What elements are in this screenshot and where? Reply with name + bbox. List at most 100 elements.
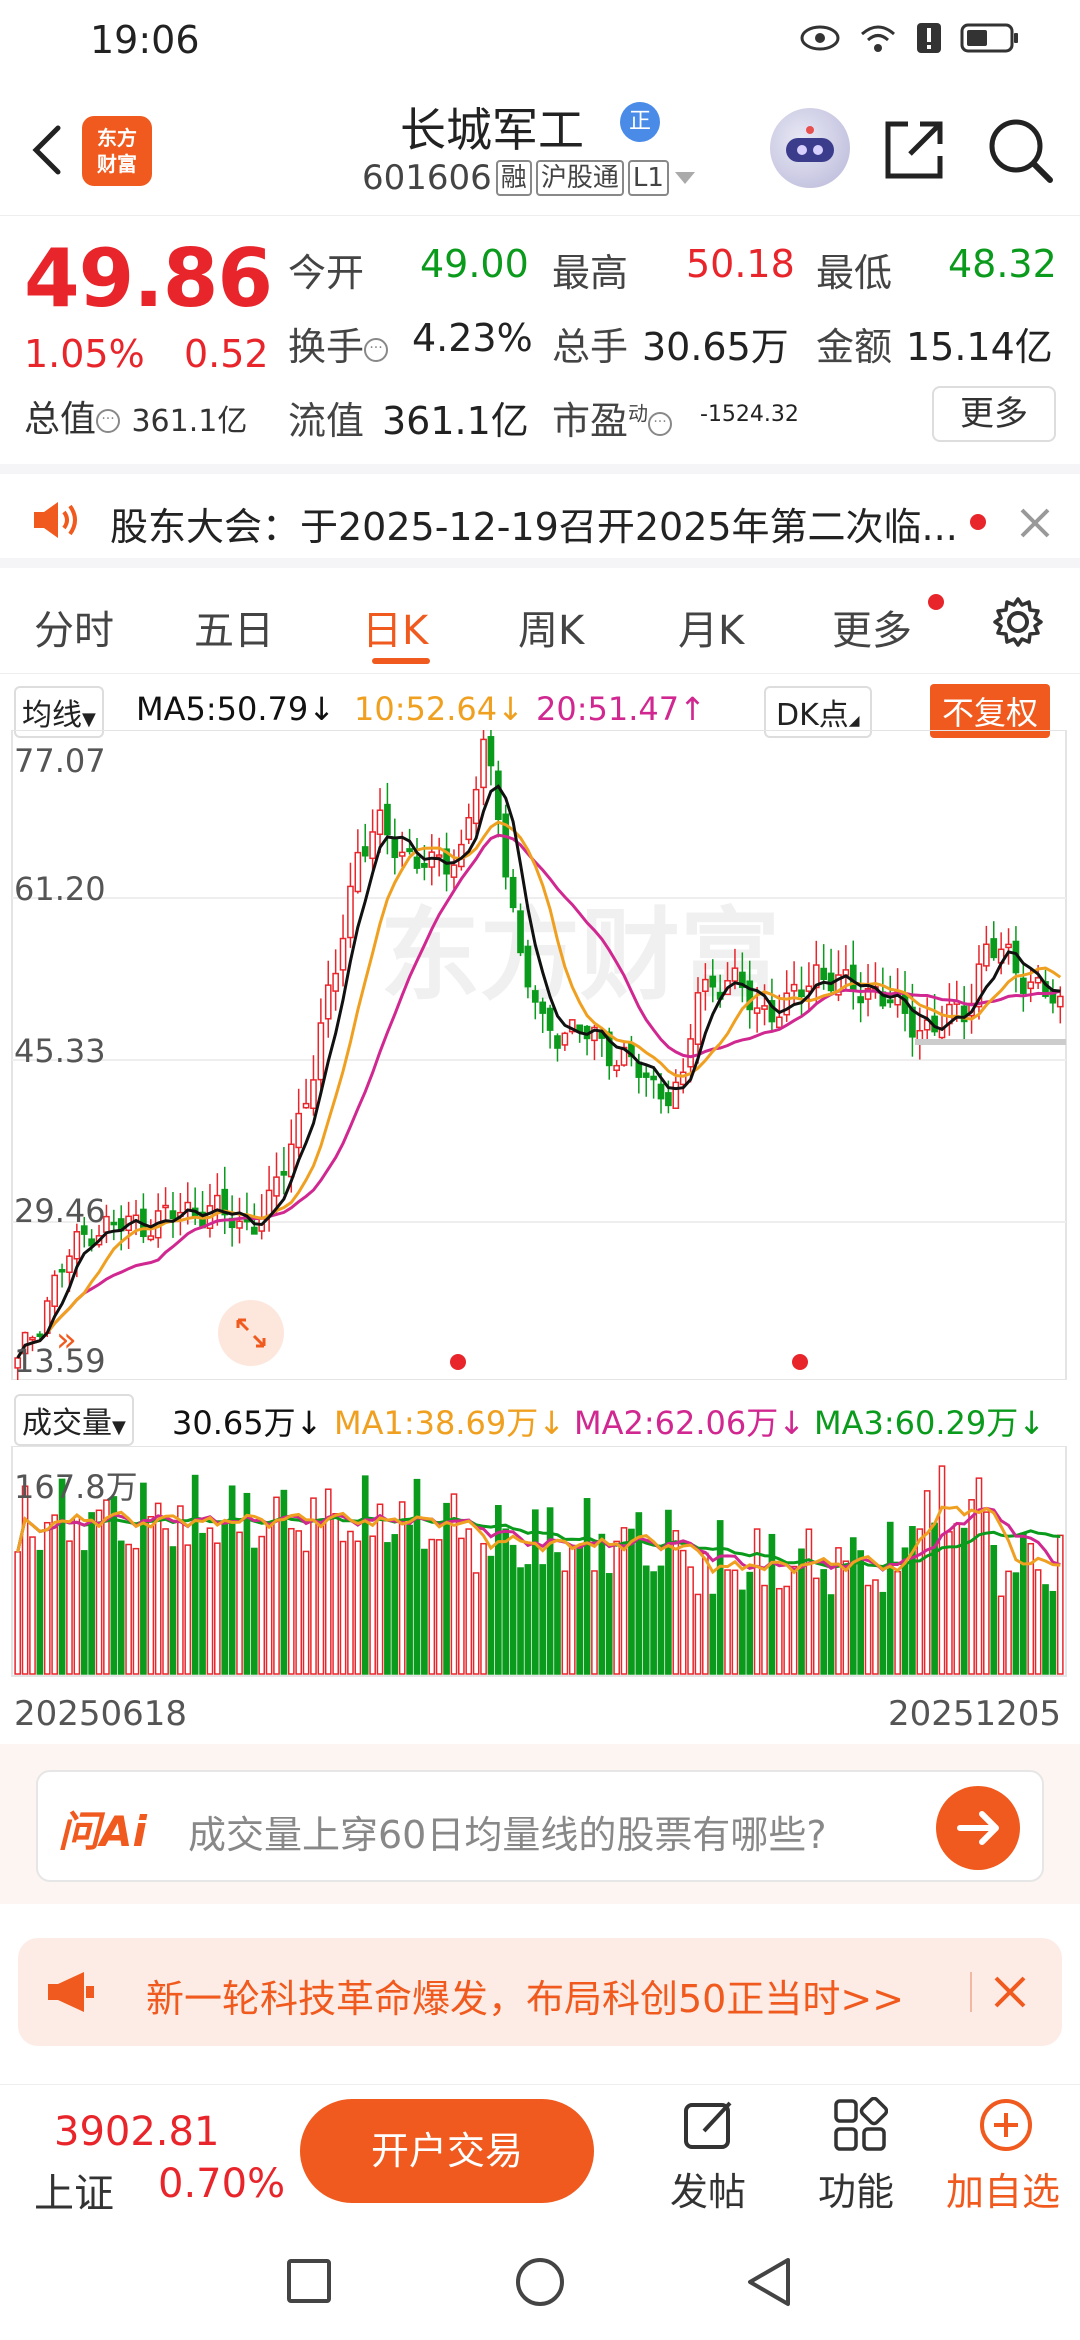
volume-bar — [753, 1528, 761, 1675]
volume-bar — [591, 1570, 598, 1675]
ai-brand: 问Ai — [58, 1807, 147, 1856]
volume-bar — [140, 1482, 147, 1675]
volume-value: 30.65万↓ — [172, 1404, 323, 1442]
candle-body — [539, 1001, 547, 1014]
back-nav-icon[interactable] — [744, 2256, 794, 2308]
volume-bar — [820, 1569, 828, 1675]
candle-body — [702, 978, 709, 992]
close-icon[interactable] — [1018, 506, 1052, 540]
home-icon[interactable] — [514, 2256, 566, 2308]
candle-body — [524, 945, 532, 988]
candle-body — [650, 1075, 657, 1081]
grid-icon — [834, 2097, 888, 2151]
pe-label-text: 市盈 — [552, 399, 629, 443]
robot-avatar[interactable] — [770, 108, 850, 188]
volume-bar — [354, 1540, 362, 1675]
volume-bar — [746, 1571, 754, 1675]
volume-chart[interactable]: 167.8万 — [0, 1445, 1080, 1686]
volume-bar — [310, 1497, 317, 1675]
candle-body — [546, 1007, 554, 1031]
tab-monthly-k[interactable]: 月K — [678, 598, 744, 656]
chevron-right-icon[interactable]: » — [56, 1320, 77, 1360]
volume-max-label: 167.8万 — [14, 1468, 138, 1506]
candle-body — [398, 851, 406, 857]
bottom-bar: 3902.81 上证 0.70% 开户交易 发帖 功能 加自选 — [0, 2084, 1080, 2220]
pe-label[interactable]: 市盈动 ··· — [552, 390, 673, 445]
volume-bar — [406, 1524, 413, 1675]
candle-body — [73, 1231, 81, 1260]
y-label-max: 77.07 — [14, 742, 106, 780]
float-value: 361.1亿 — [382, 399, 529, 443]
index-value[interactable]: 3902.81 — [54, 2109, 219, 2155]
volume-bar — [332, 1513, 339, 1675]
notice-bar[interactable]: 股东大会：于2025-12-19召开2025年第二次临... — [0, 464, 1080, 568]
candle-body — [1005, 943, 1012, 949]
event-marker[interactable] — [792, 1354, 808, 1370]
function-button[interactable]: 功能 — [810, 2097, 910, 2217]
tab-more[interactable]: 更多 — [832, 598, 912, 656]
volume-bar — [384, 1542, 391, 1675]
expand-button[interactable] — [218, 1300, 284, 1366]
tab-active-indicator — [372, 658, 430, 664]
tab-daily-k[interactable]: 日K — [362, 598, 428, 656]
candle-body — [613, 1064, 620, 1072]
ai-submit-button[interactable] — [936, 1786, 1020, 1870]
volume-bar — [214, 1542, 221, 1675]
tab-five-day[interactable]: 五日 — [194, 598, 274, 656]
event-marker[interactable] — [450, 1354, 466, 1370]
battery-icon — [960, 23, 1018, 53]
more-button[interactable]: 更多 — [932, 386, 1056, 442]
ai-prompt-box[interactable]: 问Ai 成交量上穿60日均量线的股票有哪些? — [36, 1770, 1044, 1882]
share-icon[interactable] — [880, 116, 948, 184]
close-icon[interactable] — [992, 1974, 1028, 2010]
megaphone-icon — [48, 1972, 94, 2012]
candle-body — [775, 1016, 783, 1029]
tab-weekly-k[interactable]: 周K — [518, 598, 584, 656]
volume-bar — [21, 1485, 29, 1675]
post-button[interactable]: 发帖 — [660, 2097, 760, 2217]
high-value: 50.18 — [686, 242, 795, 286]
volume-bar — [561, 1570, 569, 1675]
market-cap[interactable]: 总值 ··· 361.1亿 — [24, 390, 247, 442]
info-dots-icon: ··· — [364, 337, 389, 362]
promo-banner[interactable]: 新一轮科技革命爆发，布局科创50正当时>> — [18, 1938, 1062, 2046]
candle-body — [280, 1171, 288, 1176]
recents-icon[interactable] — [286, 2258, 332, 2304]
volume-bar — [339, 1540, 347, 1675]
volume-selector[interactable]: 成交量▼ — [14, 1394, 134, 1446]
volume-bar — [1012, 1572, 1020, 1675]
search-icon[interactable] — [984, 114, 1056, 186]
candle-body — [51, 1274, 59, 1307]
volume-bar — [51, 1514, 59, 1675]
index-percent: 0.70% — [158, 2161, 286, 2207]
candle-body — [361, 846, 369, 857]
status-icons — [800, 22, 1020, 54]
volume-bar — [110, 1496, 118, 1675]
volume-bar — [191, 1474, 199, 1675]
candle-body — [265, 1189, 273, 1218]
logo-line1: 东方 — [97, 126, 137, 150]
volume-bar — [317, 1523, 325, 1675]
kline-chart[interactable]: 东方财富 77.07 61.20 45.33 29.46 13.59 » — [0, 725, 1080, 1388]
turnover-label[interactable]: 换手 ··· — [288, 316, 389, 371]
low-label: 最低 — [816, 251, 893, 295]
settings-gear-icon[interactable] — [992, 596, 1044, 648]
add-watchlist-button[interactable]: 加自选 — [942, 2097, 1072, 2217]
stock-code-line[interactable]: 601606 融 沪股通 L1 — [362, 158, 697, 198]
volume-bar — [14, 1551, 22, 1675]
tag-connect: 沪股通 — [535, 160, 624, 196]
trade-button[interactable]: 开户交易 — [300, 2099, 594, 2203]
volume-bar — [983, 1511, 990, 1675]
candle-body — [494, 770, 502, 821]
volume-bar — [716, 1520, 724, 1675]
volume-svg — [11, 1445, 1067, 1677]
back-icon[interactable] — [24, 120, 74, 180]
candle-body — [295, 1112, 303, 1149]
candle-body — [554, 1035, 561, 1049]
volume-bar — [687, 1566, 694, 1675]
ma20-value: 20:51.47↑ — [536, 690, 706, 728]
wifi-icon — [861, 25, 895, 52]
volume-bar — [739, 1589, 746, 1675]
volume-bar — [428, 1538, 436, 1675]
tab-intraday[interactable]: 分时 — [34, 598, 114, 656]
